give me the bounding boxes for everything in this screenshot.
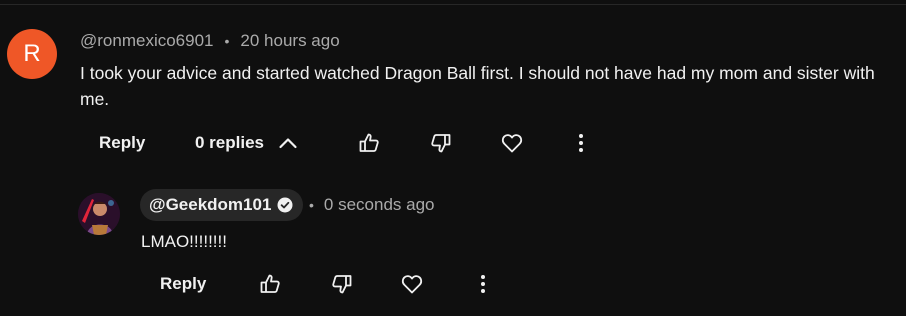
avatar-character-image [78, 193, 120, 235]
thumbs-down-icon [431, 134, 451, 153]
thumbs-up-icon [260, 274, 280, 293]
top-divider [0, 4, 906, 5]
avatar[interactable]: R [7, 29, 57, 79]
reply-more-actions-button[interactable] [465, 266, 501, 302]
replies-toggle[interactable]: 0 replies [195, 125, 300, 161]
reply-author: @Geekdom101 [149, 195, 272, 214]
more-vertical-icon [481, 275, 485, 293]
more-actions-button[interactable] [563, 125, 599, 161]
comment-text: I took your advice and started watched D… [80, 63, 875, 109]
replies-count-label: 0 replies [195, 133, 264, 152]
verified-check-icon [277, 197, 293, 213]
more-vertical-icon [579, 134, 583, 152]
reply-timestamp[interactable]: 0 seconds ago [324, 195, 435, 215]
reply-dislike-button[interactable] [324, 266, 360, 302]
reply-action-bar: Reply [160, 266, 206, 302]
heart-icon [401, 275, 423, 294]
heart-button[interactable] [494, 125, 530, 161]
reply-header: • 0 seconds ago [309, 195, 435, 215]
dislike-button[interactable] [423, 125, 459, 161]
heart-icon [501, 134, 523, 153]
thumbs-down-icon [332, 275, 352, 294]
comment-action-bar: Reply [99, 125, 145, 161]
avatar-letter: R [23, 40, 41, 67]
reply-reply-button[interactable]: Reply [160, 274, 206, 294]
reply-heart-button[interactable] [394, 266, 430, 302]
comment-timestamp[interactable]: 20 hours ago [240, 31, 339, 51]
reply-button[interactable]: Reply [99, 133, 145, 153]
like-button[interactable] [351, 125, 387, 161]
thumbs-up-icon [359, 133, 379, 152]
comment-author[interactable]: @ronmexico6901 [80, 31, 214, 51]
comment-header: @ronmexico6901 • 20 hours ago [80, 31, 340, 51]
reply-avatar[interactable] [78, 193, 120, 235]
meta-separator: • [224, 33, 230, 49]
reply-like-button[interactable] [252, 266, 288, 302]
meta-separator: • [309, 197, 314, 213]
reply-text: LMAO!!!!!!!! [141, 232, 227, 251]
chevron-up-icon [279, 138, 297, 149]
reply-author-chip[interactable]: @Geekdom101 [140, 189, 304, 221]
